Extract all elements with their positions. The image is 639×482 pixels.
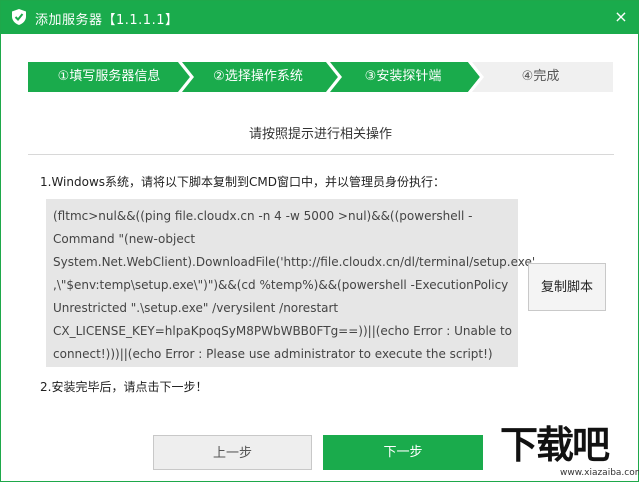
previous-button[interactable]: 上一步 — [153, 435, 312, 470]
next-step-instruction: 2.安装完毕后，请点击下一步！ — [40, 380, 208, 394]
title-bar: 添加服务器【1.1.1.1】 × — [1, 1, 638, 34]
add-server-dialog: 添加服务器【1.1.1.1】 × ①填写服务器信息 ②选择操作系统 ③安装探针端… — [0, 0, 639, 482]
script-box[interactable]: (fltmc>nul&&((ping file.cloudx.cn -n 4 -… — [46, 199, 536, 367]
close-icon: × — [614, 7, 628, 26]
watermark-logo: 下载吧 www.xiazaiba.com — [500, 423, 639, 480]
step-1: ①填写服务器信息 — [28, 62, 190, 92]
script-line: (fltmc>nul&&((ping file.cloudx.cn -n 4 -… — [53, 209, 473, 223]
script-line: CX_LICENSE_KEY=hlpaKpoqSyM8PWbWBB0FTg==)… — [53, 324, 513, 338]
step-3-label: ③安装探针端 — [364, 69, 442, 84]
watermark-text: 下载吧 — [500, 423, 610, 467]
step-progress: ①填写服务器信息 ②选择操作系统 ③安装探针端 ④完成 — [28, 62, 613, 92]
next-button[interactable]: 下一步 — [323, 435, 483, 470]
script-line: System.Net.WebClient).DownloadFile('http… — [53, 255, 536, 269]
divider — [28, 154, 614, 155]
close-button[interactable]: × — [610, 6, 632, 28]
shield-logo-icon — [12, 9, 26, 25]
step-2-label: ②选择操作系统 — [213, 69, 303, 84]
script-line: Command "(new-object — [53, 232, 196, 246]
script-line: Unrestricted ".\setup.exe" /verysilent /… — [53, 301, 339, 315]
step-3: ③安装探针端 — [326, 62, 480, 92]
step-4: ④完成 — [468, 62, 613, 92]
watermark-url: www.xiazaiba.com — [560, 468, 639, 478]
page-subtitle: 请按照提示进行相关操作 — [248, 127, 392, 142]
script-line: ,\"$env:temp\setup.exe\")")&&(cd %temp%)… — [53, 278, 509, 292]
copy-script-button[interactable]: 复制脚本 — [528, 263, 606, 311]
script-text: (fltmc>nul&&((ping file.cloudx.cn -n 4 -… — [53, 205, 536, 366]
windows-instruction: 1.Windows系统，请将以下脚本复制到CMD窗口中，并以管理员身份执行： — [40, 175, 445, 189]
step-2: ②选择操作系统 — [178, 62, 338, 92]
step-4-label: ④完成 — [521, 69, 560, 84]
window-title: 添加服务器【1.1.1.1】 — [35, 13, 179, 28]
step-1-label: ①填写服务器信息 — [57, 69, 161, 84]
script-line: connect!)))||(echo Error : Please use ad… — [53, 347, 493, 361]
